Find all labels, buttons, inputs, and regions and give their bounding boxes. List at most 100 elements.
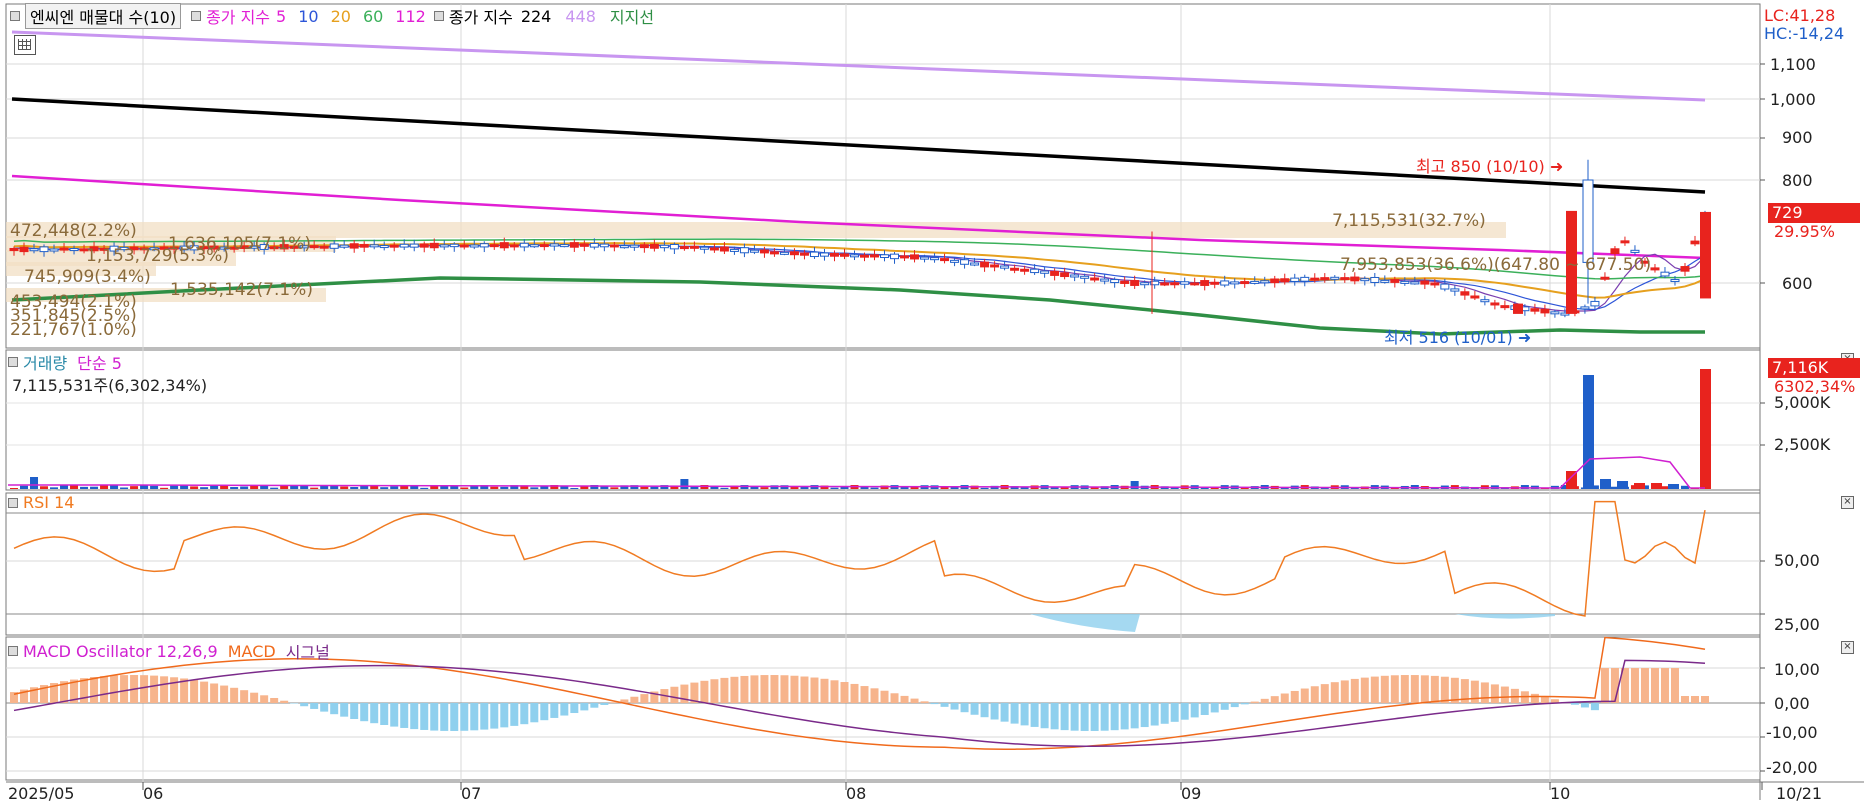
macd-osc-bar <box>450 703 459 731</box>
legend-toggle-icon[interactable] <box>8 646 18 656</box>
macd-osc-bar <box>970 703 979 715</box>
volume-bar <box>1660 486 1669 489</box>
macd-osc-bar <box>1340 680 1349 703</box>
macd-osc-bar <box>1350 678 1359 703</box>
macd-osc-bar <box>870 688 879 703</box>
volume-bar <box>30 477 39 489</box>
candle-body <box>29 248 39 252</box>
volume-last-info: 7,115,531주(6,302,34%) <box>12 376 208 395</box>
macd-osc-bar <box>980 703 989 718</box>
macd-osc-bar <box>740 675 749 703</box>
candle-body <box>1620 240 1630 244</box>
macd-osc-bar <box>1040 703 1049 729</box>
macd-osc-bar <box>1310 686 1319 703</box>
candle-body <box>389 244 399 248</box>
macd-osc-bar <box>500 703 509 728</box>
candle-body <box>1370 276 1380 283</box>
chart-canvas[interactable] <box>0 0 1864 807</box>
candle-body <box>419 243 429 248</box>
panel-frame <box>5 349 1761 491</box>
date-label: 2025/05 <box>8 784 75 803</box>
macd-osc-bar <box>600 703 609 705</box>
macd-osc-bar <box>1270 696 1279 703</box>
table-icon[interactable] <box>14 35 36 55</box>
macd-osc-bar <box>1110 703 1119 731</box>
candle-body <box>779 251 789 255</box>
low-annotation: 최저 516 (10/01) ➜ <box>1384 328 1532 347</box>
macd-osc-bar <box>1080 703 1089 731</box>
volume-bar <box>40 486 49 489</box>
last-change: 29.95% <box>1774 222 1836 241</box>
candle-body <box>1390 279 1400 283</box>
volume-bar <box>10 488 18 489</box>
candle-body <box>1170 282 1180 286</box>
macd-osc-bar <box>1250 701 1259 703</box>
candle-body <box>1110 279 1120 284</box>
macd-osc-bar <box>1510 688 1519 703</box>
macd-osc-bar <box>560 703 569 716</box>
macd-osc-bar <box>700 680 709 703</box>
candle-body <box>1130 280 1140 286</box>
legend-toggle-icon[interactable] <box>8 357 18 367</box>
candle-body <box>359 244 369 248</box>
volume-bar <box>390 486 399 489</box>
rsi-legend: RSI 14 <box>8 493 74 512</box>
candle-body <box>629 244 639 248</box>
macd-osc-bar <box>640 694 649 703</box>
close-icon[interactable]: × <box>1841 496 1854 509</box>
volume-bar <box>280 485 289 489</box>
volume-bar <box>530 487 539 489</box>
volume-profile-label[interactable]: 엔씨엔 매물대 수(10) <box>25 3 182 29</box>
volume-bar <box>120 487 129 489</box>
volume-bar <box>20 485 29 489</box>
candle-body <box>559 244 569 248</box>
volume-bar <box>90 486 99 489</box>
legend-toggle-icon[interactable] <box>433 11 444 21</box>
candle-body <box>1440 283 1450 290</box>
date-label: 10/21 <box>1776 784 1823 803</box>
candle-body <box>49 248 59 252</box>
candle-body <box>9 247 19 252</box>
legend-toggle-icon[interactable] <box>8 497 18 508</box>
ma-label: 종가 지수 <box>206 8 271 27</box>
candle-body <box>379 245 389 249</box>
candle-body <box>1310 277 1320 281</box>
candle-body <box>1230 281 1240 285</box>
macd-osc-bar <box>1130 703 1139 729</box>
macd-osc-bar <box>1530 693 1539 703</box>
arrow-right-icon: ➜ <box>1517 328 1532 347</box>
rsi-line <box>13 500 1706 617</box>
candle-body <box>1240 281 1250 285</box>
macd-osc-bar <box>790 675 799 703</box>
macd-osc-bar <box>770 675 779 703</box>
price-tick: 1,000 <box>1770 90 1816 109</box>
candle-body <box>689 245 699 249</box>
candle-body <box>1340 277 1350 281</box>
macd-osc-bar <box>90 677 99 703</box>
candle-body <box>980 261 990 268</box>
macd-osc-bar <box>120 675 129 703</box>
volume-bar <box>450 486 459 489</box>
date-label: 09 <box>1181 784 1202 803</box>
candle-body <box>719 246 729 252</box>
date-label: 08 <box>846 784 867 803</box>
legend-toggle-icon[interactable] <box>191 11 202 21</box>
macd-osc-bar <box>810 677 819 703</box>
macd-osc-bar <box>1410 675 1419 703</box>
candle-body <box>599 243 609 248</box>
macd-osc-bar <box>1170 703 1179 722</box>
legend-toggle-icon[interactable] <box>10 11 20 21</box>
signal-line-label: 시그널 <box>285 643 330 662</box>
candle-body <box>809 251 819 258</box>
ma-224-label: 224 <box>520 6 552 26</box>
macd-osc-bar <box>1070 703 1079 731</box>
candle-body <box>539 244 549 248</box>
candle-body <box>509 244 519 248</box>
candle-body <box>1220 280 1230 286</box>
volume-ma-label: 단순 5 <box>77 354 122 373</box>
macd-tick: -20,00 <box>1766 758 1818 777</box>
stock-chart-window: 엔씨엔 매물대 수(10) 종가 지수 5 10 20 60 112 종가 지수… <box>0 0 1864 807</box>
close-icon[interactable]: × <box>1841 641 1854 654</box>
volume-bar <box>60 485 69 489</box>
candle-body <box>1020 268 1030 272</box>
